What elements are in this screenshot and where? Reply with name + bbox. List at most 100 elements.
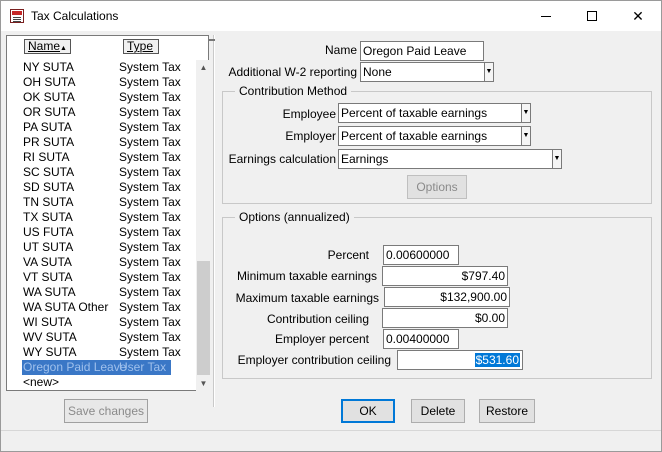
chevron-down-icon[interactable]: ▼ (521, 127, 530, 145)
tax-calculations-window: Tax Calculations ✕ Name▲ Type NY SUTA Sys… (0, 0, 662, 452)
row-type: System Tax (119, 150, 181, 164)
splitter-grip-icon[interactable] (209, 39, 215, 41)
row-name: TN SUTA (23, 195, 74, 209)
options-button[interactable]: Options (407, 175, 467, 199)
earnings-calculation-value: Earnings (341, 152, 389, 166)
restore-button[interactable]: Restore (479, 399, 535, 423)
contribution-ceiling-label: Contribution ceiling (266, 312, 369, 326)
minimize-button[interactable] (523, 1, 569, 31)
row-name: NY SUTA (23, 60, 74, 74)
table-row[interactable]: PR SUTA System Tax (8, 135, 193, 150)
employee-method-select[interactable]: Percent of taxable earnings ▼ (338, 103, 531, 123)
maximum-taxable-earnings-input[interactable]: $132,900.00 (384, 287, 510, 307)
chevron-down-icon[interactable]: ▼ (552, 150, 561, 168)
table-row[interactable]: TX SUTA System Tax (8, 210, 193, 225)
window-title: Tax Calculations (31, 9, 119, 23)
contribution-ceiling-input[interactable]: $0.00 (382, 308, 508, 328)
close-icon: ✕ (632, 7, 644, 24)
row-name: WA SUTA Other (23, 300, 109, 314)
row-type: System Tax (119, 120, 181, 134)
employer-method-select[interactable]: Percent of taxable earnings ▼ (338, 126, 531, 146)
maximize-button[interactable] (569, 1, 615, 31)
table-row[interactable]: OH SUTA System Tax (8, 75, 193, 90)
row-type: System Tax (119, 285, 181, 299)
row-type: System Tax (119, 270, 181, 284)
employee-label: Employee (282, 107, 336, 121)
row-name: WY SUTA (23, 345, 77, 359)
table-row[interactable]: OR SUTA System Tax (8, 105, 193, 120)
maximize-icon (587, 11, 597, 21)
chevron-down-icon[interactable]: ▼ (484, 63, 493, 81)
table-row[interactable]: WY SUTA System Tax (8, 345, 193, 360)
app-icon (10, 9, 24, 23)
table-row[interactable]: SC SUTA System Tax (8, 165, 193, 180)
row-name: OR SUTA (23, 105, 76, 119)
table-row[interactable]: SD SUTA System Tax (8, 180, 193, 195)
name-label: Name (324, 43, 357, 57)
scroll-down-icon[interactable]: ▼ (196, 376, 211, 391)
tax-list[interactable]: Name▲ Type NY SUTA System Tax OH SUTA Syste… (6, 35, 211, 391)
employer-percent-input[interactable]: 0.00400000 (383, 329, 459, 349)
ok-button[interactable]: OK (341, 399, 395, 423)
list-scrollbar[interactable]: ▲ ▼ (196, 60, 211, 391)
row-name: VT SUTA (23, 270, 73, 284)
table-row[interactable]: WV SUTA System Tax (8, 330, 193, 345)
row-name: SC SUTA (23, 165, 75, 179)
employer-label: Employer (285, 129, 336, 143)
table-row[interactable]: WI SUTA System Tax (8, 315, 193, 330)
minimize-icon (541, 15, 551, 17)
employee-method-value: Percent of taxable earnings (341, 106, 488, 120)
scrollbar-thumb[interactable] (197, 261, 210, 375)
delete-button[interactable]: Delete (411, 399, 465, 423)
row-type: System Tax (119, 225, 181, 239)
row-name: US FUTA (23, 225, 74, 239)
row-type: System Tax (119, 315, 181, 329)
row-type: System Tax (119, 60, 181, 74)
row-type: System Tax (119, 300, 181, 314)
row-type: System Tax (119, 165, 181, 179)
column-header-type[interactable]: Type (123, 39, 159, 54)
title-bar[interactable]: Tax Calculations ✕ (1, 1, 661, 31)
table-row[interactable]: RI SUTA System Tax (8, 150, 193, 165)
row-name: PA SUTA (23, 120, 72, 134)
close-button[interactable]: ✕ (615, 1, 661, 31)
chevron-down-icon[interactable]: ▼ (521, 104, 530, 122)
table-row[interactable]: TN SUTA System Tax (8, 195, 193, 210)
table-row[interactable]: VT SUTA System Tax (8, 270, 193, 285)
scroll-up-icon[interactable]: ▲ (196, 60, 211, 75)
row-type: System Tax (119, 180, 181, 194)
row-name: WA SUTA (23, 285, 76, 299)
table-row[interactable]: OK SUTA System Tax (8, 90, 193, 105)
options-annualized-title: Options (annualized) (235, 210, 354, 224)
row-type: System Tax (119, 345, 181, 359)
percent-input[interactable]: 0.00600000 (383, 245, 459, 265)
table-row[interactable]: WA SUTA System Tax (8, 285, 193, 300)
table-row[interactable]: VA SUTA System Tax (8, 255, 193, 270)
employer-contribution-ceiling-label: Employer contribution ceiling (237, 353, 391, 367)
row-type: System Tax (119, 240, 181, 254)
earnings-calculation-select[interactable]: Earnings ▼ (338, 149, 562, 169)
table-row[interactable]: WA SUTA Other System Tax (8, 300, 193, 315)
table-row[interactable]: Oregon Paid Leave User Tax (8, 360, 193, 375)
minimum-taxable-earnings-input[interactable]: $797.40 (382, 266, 508, 286)
row-name: OH SUTA (23, 75, 76, 89)
table-row[interactable]: PA SUTA System Tax (8, 120, 193, 135)
save-changes-button[interactable]: Save changes (64, 399, 148, 423)
pane-splitter[interactable] (213, 35, 215, 407)
name-input[interactable]: Oregon Paid Leave (360, 41, 484, 61)
table-row[interactable]: US FUTA System Tax (8, 225, 193, 240)
sort-ascending-icon: ▲ (60, 45, 67, 52)
employer-contribution-ceiling-input[interactable]: $531.60 (397, 350, 523, 370)
table-row[interactable]: UT SUTA System Tax (8, 240, 193, 255)
row-name: OK SUTA (23, 90, 75, 104)
w2-reporting-select[interactable]: None ▼ (360, 62, 494, 82)
row-type: System Tax (119, 255, 181, 269)
row-type: System Tax (119, 75, 181, 89)
new-item-row[interactable]: <new> (8, 375, 193, 390)
table-row[interactable]: NY SUTA System Tax (8, 60, 193, 75)
column-header-name[interactable]: Name▲ (24, 39, 71, 54)
row-name: UT SUTA (23, 240, 74, 254)
row-type: System Tax (119, 90, 181, 104)
contribution-method-title: Contribution Method (235, 84, 352, 98)
row-name: Oregon Paid Leave (23, 360, 127, 374)
